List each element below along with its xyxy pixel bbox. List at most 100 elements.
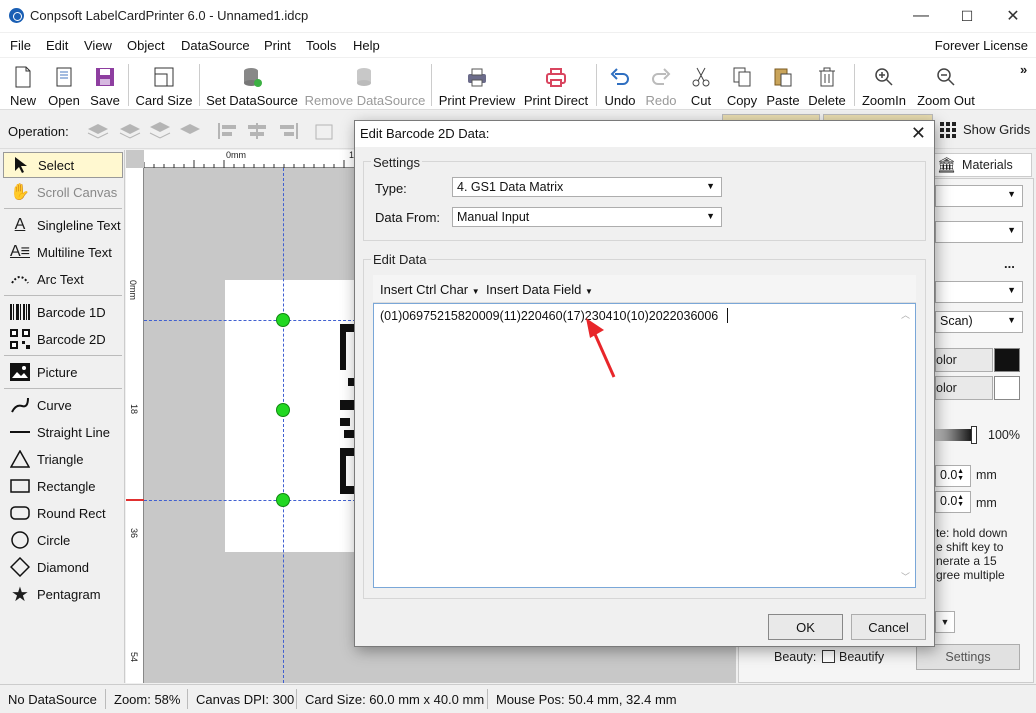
selection-handle[interactable] bbox=[276, 403, 290, 417]
tool-multiline-text[interactable]: A≡ Multiline Text bbox=[3, 239, 123, 265]
set-datasource-button[interactable]: Set DataSource bbox=[205, 60, 299, 108]
color-button-2[interactable]: olor bbox=[935, 376, 993, 400]
spin-input-2[interactable]: 0.0 ▲ ▼ bbox=[935, 491, 971, 513]
scan-combo[interactable]: Scan) ▼ bbox=[935, 311, 1023, 333]
color-swatch-white[interactable] bbox=[994, 376, 1020, 400]
scissors-icon bbox=[688, 65, 714, 88]
tool-barcode-1d[interactable]: Barcode 1D bbox=[3, 299, 123, 325]
menu-view[interactable]: View bbox=[84, 38, 112, 53]
datafrom-label: Data From: bbox=[375, 210, 441, 225]
note-line: e shift key to bbox=[936, 540, 1004, 554]
open-button[interactable]: Open bbox=[45, 60, 83, 108]
status-zoom: Zoom: 58% bbox=[114, 692, 181, 707]
selection-handle[interactable] bbox=[276, 493, 290, 507]
tool-pentagram[interactable]: ★ Pentagram bbox=[3, 581, 123, 607]
menu-object[interactable]: Object bbox=[127, 38, 165, 53]
beautify-checkbox[interactable] bbox=[822, 650, 835, 663]
redo-button[interactable]: Redo bbox=[643, 60, 679, 108]
remove-datasource-button[interactable]: Remove DataSource bbox=[305, 60, 425, 108]
print-direct-button[interactable]: Print Direct bbox=[522, 60, 590, 108]
menu-help[interactable]: Help bbox=[353, 38, 380, 53]
datafrom-select[interactable]: Manual Input ▼ bbox=[452, 207, 722, 227]
scroll-up-icon[interactable]: ︿ bbox=[901, 308, 910, 321]
barcode-data-value: (01)06975215820009(11)220460(17)230410(1… bbox=[380, 309, 719, 323]
menu-tools[interactable]: Tools bbox=[306, 38, 336, 53]
show-grids-toggle[interactable]: Show Grids bbox=[963, 122, 1030, 137]
tool-scroll-canvas[interactable]: ✋ Scroll Canvas bbox=[3, 179, 123, 205]
ruler-left-tick: 18 bbox=[129, 404, 139, 415]
paste-icon bbox=[770, 65, 796, 88]
status-separator bbox=[296, 689, 297, 709]
property-combo[interactable]: ▼ bbox=[935, 281, 1023, 303]
operation-label: Operation: bbox=[8, 124, 69, 139]
undo-icon bbox=[607, 65, 633, 88]
tool-singleline-text[interactable]: A Singleline Text bbox=[3, 212, 123, 238]
ok-button[interactable]: OK bbox=[768, 614, 843, 640]
menu-file[interactable]: File bbox=[10, 38, 31, 53]
line-icon bbox=[9, 421, 31, 443]
scroll-down-icon[interactable]: ﹀ bbox=[901, 570, 910, 583]
printer-icon bbox=[543, 65, 569, 88]
maximize-button[interactable]: ☐ bbox=[944, 0, 990, 32]
tool-picture[interactable]: Picture bbox=[3, 359, 123, 385]
opacity-slider-thumb[interactable] bbox=[971, 426, 977, 444]
tool-triangle[interactable]: Triangle bbox=[3, 446, 123, 472]
card-size-button[interactable]: Card Size bbox=[134, 60, 194, 108]
operation-icons[interactable] bbox=[86, 119, 356, 143]
tool-circle[interactable]: Circle bbox=[3, 527, 123, 553]
tool-select[interactable]: Select bbox=[3, 152, 123, 178]
minimize-button[interactable]: — bbox=[898, 0, 944, 32]
save-button[interactable]: Save bbox=[88, 60, 122, 108]
barcode-icon bbox=[9, 301, 31, 323]
property-combo[interactable]: ▼ bbox=[935, 185, 1023, 207]
tool-curve[interactable]: Curve bbox=[3, 392, 123, 418]
color-button-1[interactable]: olor bbox=[935, 348, 993, 372]
dialog-close-icon[interactable]: ✕ bbox=[911, 123, 926, 144]
settings-group-title: Settings bbox=[371, 155, 422, 170]
cancel-button[interactable]: Cancel bbox=[851, 614, 926, 640]
dialog-title: Edit Barcode 2D Data: bbox=[360, 126, 490, 141]
zoom-in-button[interactable]: ZoomIn bbox=[859, 60, 909, 108]
paste-button[interactable]: Paste bbox=[764, 60, 802, 108]
tool-straight-line[interactable]: Straight Line bbox=[3, 419, 123, 445]
close-button[interactable]: ✕ bbox=[990, 0, 1036, 32]
cut-button[interactable]: Cut bbox=[686, 60, 716, 108]
menu-datasource[interactable]: DataSource bbox=[181, 38, 250, 53]
undo-button[interactable]: Undo bbox=[602, 60, 638, 108]
opacity-slider[interactable] bbox=[935, 429, 973, 441]
paste-label: Paste bbox=[766, 93, 800, 108]
tool-label: Arc Text bbox=[37, 271, 84, 287]
barcode-data-textarea[interactable]: (01)06975215820009(11)220460(17)230410(1… bbox=[373, 303, 916, 588]
insert-ctrl-char-button[interactable]: Insert Ctrl Char ▼ bbox=[380, 282, 480, 297]
tool-arc-text[interactable]: Arc Text bbox=[3, 266, 123, 292]
tool-rectangle[interactable]: Rectangle bbox=[3, 473, 123, 499]
status-mouse-pos: Mouse Pos: 50.4 mm, 32.4 mm bbox=[496, 692, 677, 707]
menu-print[interactable]: Print bbox=[264, 38, 291, 53]
delete-button[interactable]: Delete bbox=[806, 60, 848, 108]
tool-diamond[interactable]: Diamond bbox=[3, 554, 123, 580]
property-combo[interactable]: ▼ bbox=[935, 221, 1023, 243]
color-swatch-black[interactable] bbox=[994, 348, 1020, 372]
copy-label: Copy bbox=[726, 93, 758, 108]
tool-barcode-2d[interactable]: Barcode 2D bbox=[3, 326, 123, 352]
selection-handle[interactable] bbox=[276, 313, 290, 327]
copy-button[interactable]: Copy bbox=[724, 60, 760, 108]
new-button[interactable]: New bbox=[6, 60, 40, 108]
menu-edit[interactable]: Edit bbox=[46, 38, 68, 53]
tab-materials[interactable]: 🏛 Materials bbox=[932, 153, 1032, 177]
spin-input-1[interactable]: 0.0 ▲ ▼ bbox=[935, 465, 971, 487]
toolbar-overflow-button[interactable]: » bbox=[1020, 62, 1027, 77]
dropdown-arrow[interactable]: ▼ bbox=[935, 611, 955, 633]
tool-round-rect[interactable]: Round Rect bbox=[3, 500, 123, 526]
textarea-scrollbar[interactable]: ︿ ﹀ bbox=[897, 305, 914, 586]
vertical-guide-line bbox=[283, 168, 284, 683]
window-title: Conpsoft LabelCardPrinter 6.0 - Unnamed1… bbox=[30, 8, 309, 23]
more-button[interactable]: ... bbox=[1004, 256, 1015, 271]
ruler-mouse-marker bbox=[126, 499, 144, 501]
settings-button[interactable]: Settings bbox=[916, 644, 1020, 670]
insert-data-field-button[interactable]: Insert Data Field ▼ bbox=[486, 282, 593, 297]
print-preview-button[interactable]: Print Preview bbox=[438, 60, 516, 108]
zoom-out-button[interactable]: Zoom Out bbox=[914, 60, 978, 108]
horizontal-guide-line bbox=[144, 320, 356, 321]
type-select[interactable]: 4. GS1 Data Matrix ▼ bbox=[452, 177, 722, 197]
